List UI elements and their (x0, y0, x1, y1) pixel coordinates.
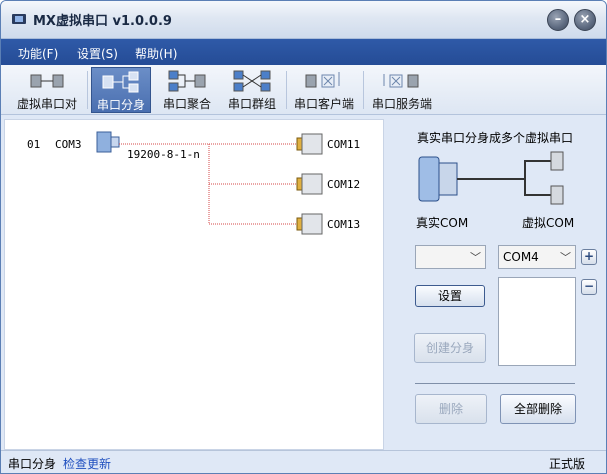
target-port-icon (296, 173, 323, 195)
virtual-com-caption: 虚拟COM (522, 216, 575, 230)
tool-label: 串口服务端 (371, 97, 432, 111)
tool-label: 串口分身 (96, 98, 145, 112)
virtual-com-select[interactable]: COM4 ﹀ (498, 245, 576, 269)
target-port-icon (296, 213, 323, 235)
panel-title: 真实串口分身成多个虚拟串口 (417, 131, 574, 145)
target-port-label: COM12 (327, 178, 361, 191)
toolbar-divider (363, 71, 364, 109)
target-port-label: COM13 (327, 218, 361, 231)
target-port-icon (296, 133, 323, 155)
serial-client-icon (305, 72, 340, 88)
menu-help[interactable]: 帮助(H) (135, 45, 177, 62)
panel-divider (415, 383, 575, 384)
app-icon (12, 14, 26, 24)
menu-bar: 功能(F) 设置(S) 帮助(H) (1, 39, 606, 65)
tool-serial-group[interactable]: 串口群组 (222, 67, 282, 113)
status-mode: 串口分身 (8, 457, 57, 471)
title-bar[interactable]: MX虚拟串口 v1.0.0.9 – × (1, 1, 606, 39)
toolbar-divider (286, 71, 287, 109)
chevron-down-icon: ﹀ (470, 251, 481, 264)
tool-label: 串口客户端 (293, 97, 354, 111)
tool-virtual-pair[interactable]: 虚拟串口对 (11, 67, 83, 113)
edition-label: 正式版 (549, 457, 586, 471)
app-window: MX虚拟串口 v1.0.0.9 – × 功能(F) 设置(S) 帮助(H) 虚拟… (0, 0, 607, 474)
tool-serial-split[interactable]: 串口分身 (91, 67, 151, 113)
remove-virtual-com-button[interactable]: − (581, 279, 597, 295)
toolbar: 虚拟串口对 串口分身 串口聚合 串口群组 串口客户端 串口服务端 (1, 65, 606, 115)
virtual-com-list[interactable] (498, 277, 576, 366)
chevron-down-icon: ﹀ (560, 251, 571, 264)
target-port-label: COM11 (327, 138, 361, 151)
menu-settings[interactable]: 设置(S) (77, 45, 118, 62)
real-com-caption: 真实COM (416, 216, 469, 230)
serial-merge-icon (168, 70, 206, 92)
real-com-select[interactable]: ﹀ (415, 245, 486, 269)
tool-serial-client[interactable]: 串口客户端 (291, 67, 357, 113)
port-settings-label: 19200-8-1-n (127, 148, 200, 161)
close-button[interactable]: × (574, 9, 596, 31)
menu-function[interactable]: 功能(F) (18, 45, 58, 62)
minimize-button[interactable]: – (547, 9, 569, 31)
tool-serial-server[interactable]: 串口服务端 (369, 67, 435, 113)
split-config-panel: 真实串口分身成多个虚拟串口 真实COM 虚拟COM ﹀ COM4 ﹀ + − 设… (385, 119, 606, 450)
virtual-com-value: COM4 (503, 250, 539, 264)
serial-server-icon (383, 74, 419, 88)
tool-label: 虚拟串口对 (16, 97, 77, 111)
delete-all-button[interactable]: 全部删除 (500, 394, 576, 424)
check-update-link[interactable]: 检查更新 (63, 455, 111, 472)
window-title: MX虚拟串口 v1.0.0.9 (33, 14, 172, 29)
add-virtual-com-button[interactable]: + (581, 249, 597, 265)
tool-label: 串口聚合 (162, 97, 211, 111)
tool-serial-merge[interactable]: 串口聚合 (157, 67, 217, 113)
tool-label: 串口群组 (227, 97, 276, 111)
toolbar-divider (87, 71, 88, 109)
serial-group-icon (233, 70, 271, 92)
source-port-icon (96, 131, 120, 153)
serial-split-icon (102, 71, 139, 93)
diagram-connections (96, 131, 323, 235)
split-illustration (418, 151, 564, 205)
serial-pair-icon (30, 74, 64, 88)
delete-button[interactable]: 删除 (415, 394, 487, 424)
status-bar: 串口分身 检查更新 正式版 (1, 450, 606, 473)
create-split-button[interactable]: 创建分身 (414, 333, 486, 363)
setup-button[interactable]: 设置 (415, 285, 485, 307)
split-diagram[interactable]: 01 COM3 19200-8-1-n COM11 COM12 COM13 (4, 119, 384, 450)
